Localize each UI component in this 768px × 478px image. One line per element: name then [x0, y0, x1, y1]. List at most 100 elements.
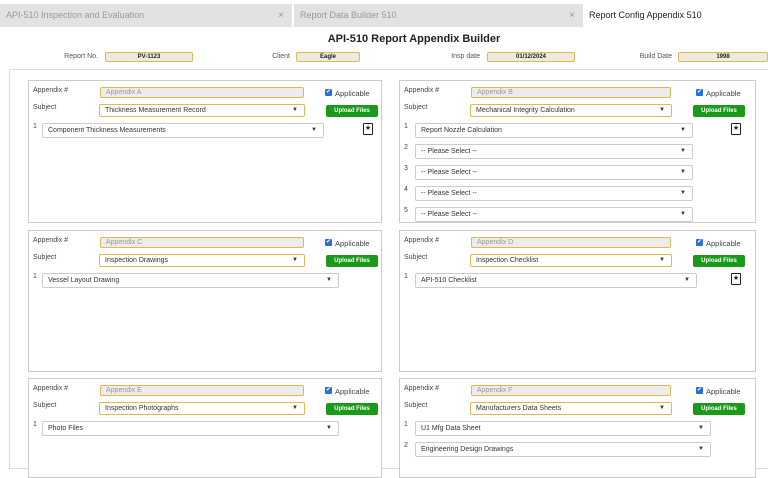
- chevron-down-icon: ▼: [659, 403, 665, 414]
- appendix-item-select[interactable]: -- Please Select -- ▼: [415, 207, 693, 222]
- appendix-card: [399, 230, 756, 372]
- item-value: Photo Files: [48, 425, 83, 432]
- appendix-item-select[interactable]: Vessel Layout Drawing ▼: [42, 273, 339, 288]
- applicable-checkbox[interactable]: ✔: [696, 239, 703, 246]
- document-star-icon[interactable]: ★: [363, 123, 373, 135]
- applicable-label: Applicable: [335, 89, 370, 98]
- applicable-checkbox[interactable]: ✔: [325, 387, 332, 394]
- upload-files-button[interactable]: Upload Files: [693, 105, 745, 117]
- build-date-label: Build Date: [620, 53, 672, 60]
- chevron-down-icon: ▼: [680, 208, 686, 221]
- item-value: -- Please Select --: [421, 211, 477, 218]
- appendix-item-select[interactable]: Component Thickness Measurements ▼: [42, 123, 324, 138]
- subject-select[interactable]: Manufacturers Data Sheets ▼: [470, 402, 672, 415]
- insp-date-field[interactable]: 01/12/2024: [487, 52, 575, 62]
- chevron-down-icon: ▼: [292, 255, 298, 266]
- appendix-label: Appendix #: [33, 87, 68, 94]
- chevron-down-icon: ▼: [292, 403, 298, 414]
- appendix-label: Appendix #: [404, 87, 439, 94]
- item-number: 2: [404, 442, 408, 449]
- item-value: Report Nozzle Calculation: [421, 127, 502, 134]
- chevron-down-icon: ▼: [659, 105, 665, 116]
- build-date-field[interactable]: 1998: [678, 52, 768, 62]
- appendix-item-select[interactable]: -- Please Select --▼: [415, 165, 693, 180]
- item-number: 1: [404, 273, 408, 280]
- tab-inspection-evaluation[interactable]: API-510 Inspection and Evaluation ×: [0, 4, 292, 27]
- appendix-input[interactable]: Appendix A: [100, 87, 304, 98]
- close-icon[interactable]: ×: [569, 4, 575, 27]
- chevron-down-icon: ▼: [326, 274, 332, 287]
- item-value: API-510 Checklist: [421, 277, 477, 284]
- item-value: Engineering Design Drawings: [421, 446, 513, 453]
- item-value: -- Please Select --: [421, 190, 477, 197]
- appendix-input[interactable]: Appendix B: [471, 87, 671, 98]
- item-number: 1: [33, 123, 37, 130]
- chevron-down-icon: ▼: [680, 187, 686, 200]
- chevron-down-icon: ▼: [698, 422, 704, 435]
- upload-files-button[interactable]: Upload Files: [693, 255, 745, 267]
- appendix-input[interactable]: Appendix D: [471, 237, 671, 248]
- applicable-checkbox[interactable]: ✔: [325, 89, 332, 96]
- item-value: U1 Mfg Data Sheet: [421, 425, 481, 432]
- appendix-input[interactable]: Appendix E: [100, 385, 304, 396]
- chevron-down-icon: ▼: [680, 145, 686, 158]
- subject-value: Thickness Measurement Record: [105, 107, 206, 114]
- upload-files-button[interactable]: Upload Files: [326, 105, 378, 117]
- appendix-item-select[interactable]: Report Nozzle Calculation▼: [415, 123, 693, 138]
- subject-value: Inspection Photographs: [105, 405, 179, 412]
- tab-report-config-appendix[interactable]: Report Config Appendix 510: [583, 4, 768, 27]
- appendix-item-select[interactable]: Photo Files▼: [42, 421, 339, 436]
- chevron-down-icon: ▼: [311, 124, 317, 137]
- subject-select[interactable]: Mechanical Integrity Calculation▼: [470, 104, 672, 117]
- tab-label: API-510 Inspection and Evaluation: [6, 10, 144, 20]
- appendix-item-select[interactable]: -- Please Select -- ▼: [415, 144, 693, 159]
- subject-label: Subject: [404, 104, 427, 111]
- subject-select[interactable]: Inspection Checklist▼: [470, 254, 672, 267]
- appendix-item-select[interactable]: U1 Mfg Data Sheet ▼: [415, 421, 711, 436]
- tab-label: Report Data Builder 510: [300, 10, 397, 20]
- item-number: 1: [33, 273, 37, 280]
- subject-value: Inspection Drawings: [105, 257, 168, 264]
- subject-value: Manufacturers Data Sheets: [476, 405, 561, 412]
- appendix-item-select[interactable]: API-510 Checklist ▼: [415, 273, 697, 288]
- document-star-icon[interactable]: ★: [731, 273, 741, 285]
- chevron-down-icon: ▼: [684, 274, 690, 287]
- applicable-label: Applicable: [706, 89, 741, 98]
- close-icon[interactable]: ×: [278, 4, 284, 27]
- tab-label: Report Config Appendix 510: [589, 10, 702, 20]
- upload-files-button[interactable]: Upload Files: [326, 403, 378, 415]
- appendix-item-select[interactable]: Engineering Design Drawings▼: [415, 442, 711, 457]
- item-value: Vessel Layout Drawing: [48, 277, 119, 284]
- item-value: Component Thickness Measurements: [48, 127, 166, 134]
- item-value: -- Please Select --: [421, 148, 477, 155]
- appendix-label: Appendix #: [33, 385, 68, 392]
- subject-select[interactable]: Inspection Photographs ▼: [99, 402, 305, 415]
- applicable-checkbox[interactable]: ✔: [696, 387, 703, 394]
- subject-select[interactable]: Thickness Measurement Record ▼: [99, 104, 305, 117]
- client-field[interactable]: Eagle: [296, 52, 360, 62]
- item-number: 4: [404, 186, 408, 193]
- tab-report-data-builder[interactable]: Report Data Builder 510 ×: [294, 4, 583, 27]
- appendix-item-select[interactable]: -- Please Select -- ▼: [415, 186, 693, 201]
- item-number: 1: [404, 421, 408, 428]
- applicable-checkbox[interactable]: ✔: [325, 239, 332, 246]
- page-title: API-510 Report Appendix Builder: [0, 33, 768, 45]
- upload-files-button[interactable]: Upload Files: [693, 403, 745, 415]
- subject-select[interactable]: Inspection Drawings ▼: [99, 254, 305, 267]
- appendix-card: [28, 80, 382, 223]
- appendix-label: Appendix #: [33, 237, 68, 244]
- appendix-input[interactable]: Appendix F: [471, 385, 671, 396]
- item-number: 3: [404, 165, 408, 172]
- document-star-icon[interactable]: ★: [731, 123, 741, 135]
- applicable-label: Applicable: [706, 239, 741, 248]
- appendix-label: Appendix #: [404, 385, 439, 392]
- subject-label: Subject: [33, 104, 56, 111]
- applicable-checkbox[interactable]: ✔: [696, 89, 703, 96]
- item-number: 1: [33, 421, 37, 428]
- appendix-card: [28, 230, 382, 372]
- chevron-down-icon: ▼: [659, 255, 665, 266]
- appendix-input[interactable]: Appendix C: [100, 237, 304, 248]
- chevron-down-icon: ▼: [292, 105, 298, 116]
- report-no-field[interactable]: PV-1123: [105, 52, 193, 62]
- upload-files-button[interactable]: Upload Files: [326, 255, 378, 267]
